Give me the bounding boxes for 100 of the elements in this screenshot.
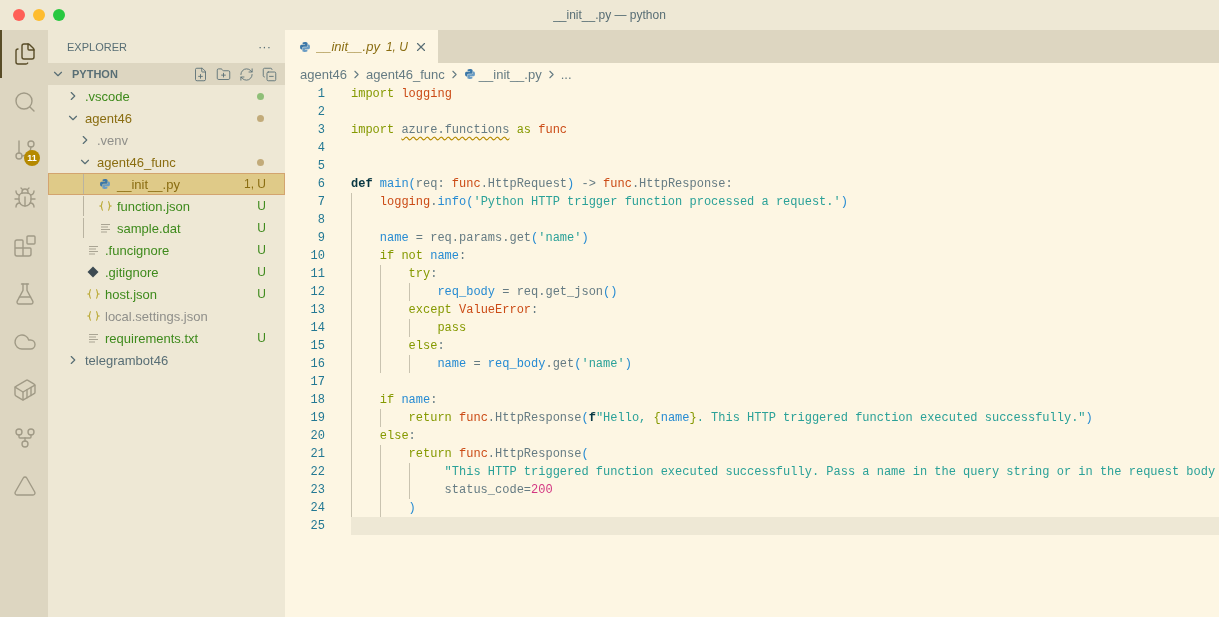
new-folder-icon[interactable] bbox=[216, 66, 231, 82]
line-number: 15 bbox=[309, 339, 325, 353]
tree-item[interactable]: local.settings.json bbox=[48, 305, 285, 327]
git-status: U bbox=[257, 265, 266, 279]
tree-item[interactable]: host.json U bbox=[48, 283, 285, 305]
line-number: 24 bbox=[309, 501, 325, 515]
line-number: 17 bbox=[309, 375, 325, 389]
code-line: try: bbox=[407, 267, 438, 281]
python-icon bbox=[99, 178, 111, 190]
code-line: if name: bbox=[378, 393, 438, 407]
file-name: .gitignore bbox=[105, 264, 160, 280]
line-number: 10 bbox=[309, 249, 325, 263]
file-name: requirements.txt bbox=[105, 330, 200, 346]
branch-icon bbox=[13, 138, 37, 162]
code-line: status_code=200 bbox=[443, 483, 553, 497]
code-line: import azure.functions as func bbox=[351, 123, 568, 137]
tree-item[interactable]: agent46 bbox=[48, 107, 285, 129]
code-line: else: bbox=[407, 339, 445, 353]
tree-item[interactable]: requirements.txt U bbox=[48, 327, 285, 349]
breadcrumb[interactable]: ... bbox=[560, 66, 572, 82]
python-icon bbox=[463, 68, 476, 80]
tree-item[interactable]: .gitignore U bbox=[48, 261, 285, 283]
file-name: host.json bbox=[105, 286, 159, 302]
tree-item[interactable]: function.json U bbox=[48, 195, 285, 217]
git-status: 1, U bbox=[244, 177, 266, 191]
code-line: else: bbox=[378, 429, 416, 443]
line-number: 12 bbox=[309, 285, 325, 299]
file-name: .funcignore bbox=[105, 242, 171, 258]
code-line: name = req_body.get('name') bbox=[436, 357, 632, 371]
code-line: return func.HttpResponse(f"Hello, {name}. This HTTP triggered function executed successfully.") bbox=[407, 411, 1093, 425]
tree-item[interactable]: sample.dat U bbox=[48, 217, 285, 239]
file-name: .vscode bbox=[85, 88, 131, 104]
blocks-icon bbox=[13, 234, 37, 258]
more-actions[interactable]: ··· bbox=[258, 39, 271, 54]
breadcrumb[interactable]: __init__.py bbox=[478, 66, 542, 82]
line-number: 9 bbox=[316, 231, 325, 245]
section-title: PYTHON bbox=[72, 68, 119, 80]
git-status: U bbox=[257, 199, 266, 213]
line-number: 6 bbox=[316, 177, 325, 191]
breadcrumb[interactable]: agent46_func bbox=[366, 66, 445, 82]
file-name: function.json bbox=[117, 198, 191, 214]
braces-icon bbox=[85, 286, 101, 302]
tree-item[interactable]: agent46_func bbox=[48, 151, 285, 173]
editor-tab[interactable]: __init__.py 1, U bbox=[285, 30, 438, 63]
git-status: U bbox=[257, 243, 266, 257]
container-icon bbox=[13, 378, 37, 402]
file-name: agent46 bbox=[85, 110, 133, 126]
braces-icon bbox=[85, 308, 101, 324]
line-number: 14 bbox=[309, 321, 325, 335]
git-status: U bbox=[257, 287, 266, 301]
line-number: 2 bbox=[316, 105, 325, 119]
code-line: except ValueError: bbox=[407, 303, 539, 317]
line-number: 22 bbox=[309, 465, 325, 479]
new-file-icon[interactable] bbox=[193, 66, 208, 82]
diamond-icon bbox=[85, 264, 101, 280]
line-number: 19 bbox=[309, 411, 325, 425]
line-number: 4 bbox=[316, 141, 325, 155]
braces-icon bbox=[97, 198, 113, 214]
search-icon bbox=[13, 90, 37, 114]
git-status: U bbox=[257, 331, 266, 345]
line-number: 18 bbox=[309, 393, 325, 407]
line-number: 20 bbox=[309, 429, 325, 443]
line-number: 7 bbox=[316, 195, 325, 209]
collapse-icon[interactable] bbox=[262, 66, 277, 82]
sidebar-title: EXPLORER bbox=[67, 40, 127, 53]
line-number: 1 bbox=[316, 87, 325, 101]
code-line: pass bbox=[436, 321, 467, 335]
activity-item[interactable]: 11 bbox=[0, 126, 48, 174]
file-name: .venv bbox=[97, 132, 130, 148]
tree-item[interactable]: .vscode bbox=[48, 85, 285, 107]
code-line: import logging bbox=[351, 87, 452, 101]
flask-icon bbox=[13, 282, 37, 306]
tree-item[interactable]: .venv bbox=[48, 129, 285, 151]
file-name: sample.dat bbox=[117, 220, 182, 236]
refresh-icon[interactable] bbox=[239, 66, 254, 82]
bug-icon bbox=[13, 186, 37, 210]
minimize-light[interactable] bbox=[33, 9, 45, 21]
count-badge: 11 bbox=[24, 150, 40, 166]
zoom-light[interactable] bbox=[53, 9, 65, 21]
line-number: 11 bbox=[309, 267, 325, 281]
line-number: 5 bbox=[316, 159, 325, 173]
line-number: 21 bbox=[309, 447, 325, 461]
breadcrumb[interactable]: agent46 bbox=[300, 66, 347, 82]
line-number: 13 bbox=[309, 303, 325, 317]
tab-status: 1, U bbox=[385, 39, 408, 54]
code-line: name = req.params.get('name') bbox=[378, 231, 589, 245]
tree-item[interactable]: __init__.py 1, U bbox=[48, 173, 285, 195]
file-name: agent46_func bbox=[97, 154, 177, 170]
line-number: 8 bbox=[316, 213, 325, 227]
python-icon bbox=[299, 40, 311, 53]
git-status: U bbox=[257, 221, 266, 235]
tree-item[interactable]: telegrambot46 bbox=[48, 349, 285, 371]
section-header[interactable]: PYTHON bbox=[48, 63, 285, 85]
file-name: telegrambot46 bbox=[85, 352, 170, 368]
close-light[interactable] bbox=[13, 9, 25, 21]
line-number: 3 bbox=[316, 123, 325, 137]
code-line: def main(req: func.HttpRequest) -> func.HttpResponse: bbox=[351, 177, 733, 191]
tree-item[interactable]: .funcignore U bbox=[48, 239, 285, 261]
file-name: local.settings.json bbox=[105, 308, 209, 324]
code-line: "This HTTP triggered function executed successfully. Pass a name in the query string or in the request body bbox=[443, 465, 1216, 479]
